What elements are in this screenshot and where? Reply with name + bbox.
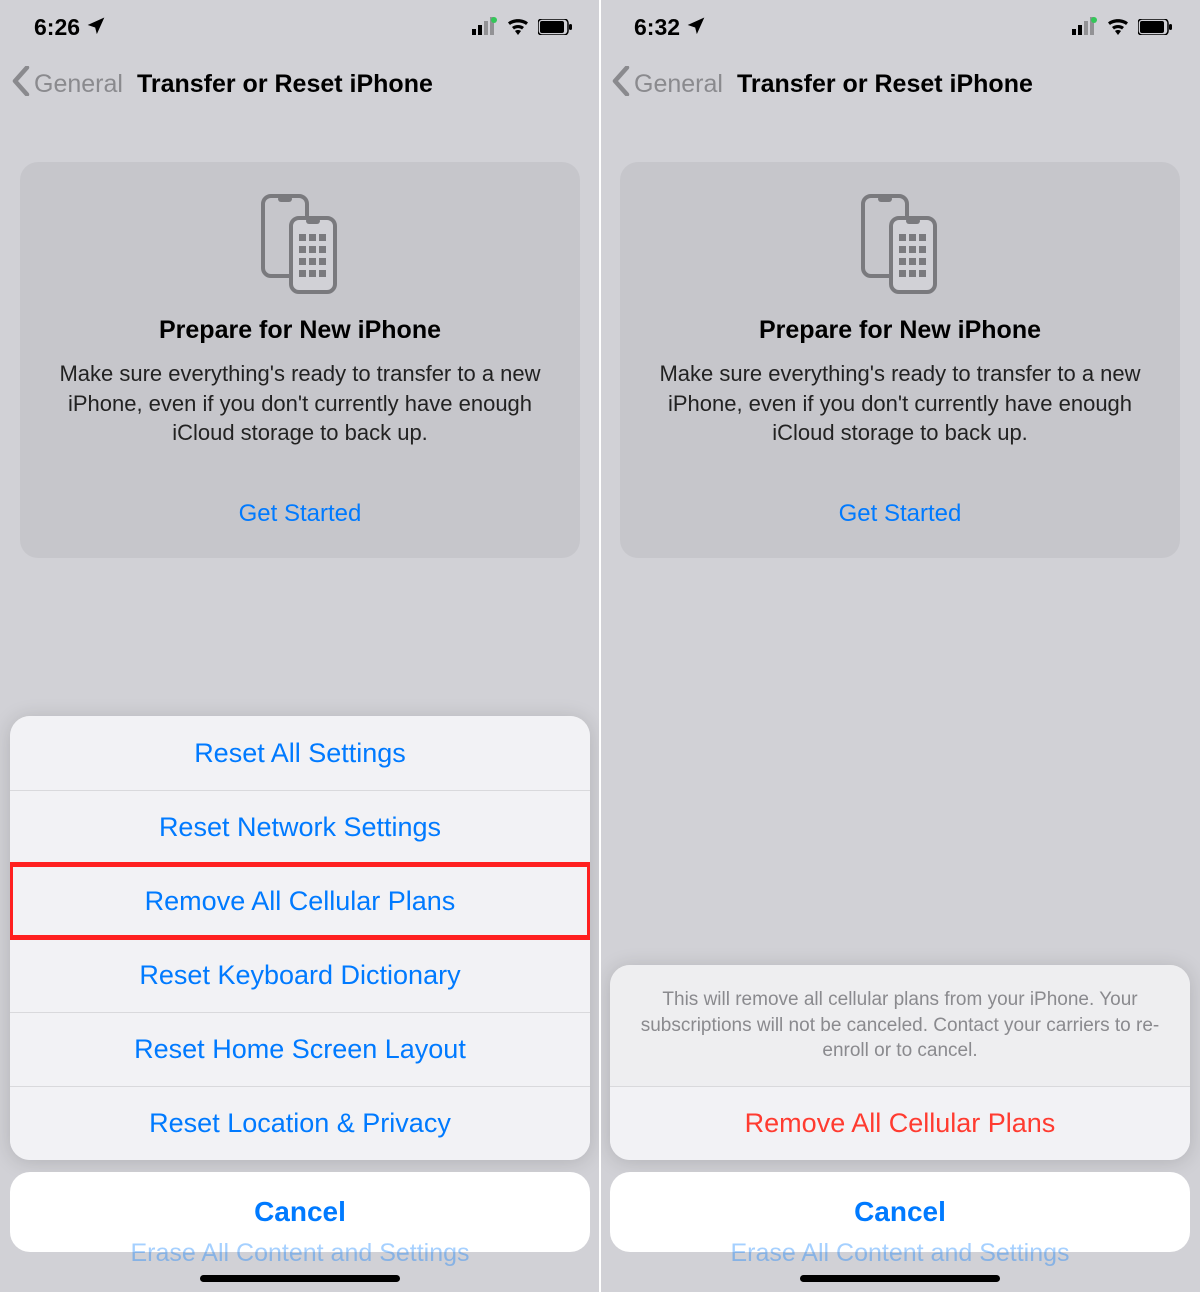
cellular-icon xyxy=(1072,14,1098,41)
phone-left: 6:26 General Transfer or Reset iPhone xyxy=(0,0,600,1292)
nav-bar: General Transfer or Reset iPhone xyxy=(0,54,600,114)
back-label: General xyxy=(634,70,723,99)
reset-keyboard-dictionary[interactable]: Reset Keyboard Dictionary xyxy=(10,938,590,1012)
status-bar: 6:32 xyxy=(600,0,1200,54)
reset-action-sheet: Reset All Settings Reset Network Setting… xyxy=(10,716,590,1160)
card-description: Make sure everything's ready to transfer… xyxy=(644,359,1156,448)
wifi-icon xyxy=(506,14,530,41)
card-title: Prepare for New iPhone xyxy=(644,316,1156,345)
phone-right: 6:32 General Transfer or Reset iPhone xyxy=(600,0,1200,1292)
location-icon xyxy=(86,14,106,41)
card-title: Prepare for New iPhone xyxy=(44,316,556,345)
cellular-icon xyxy=(472,14,498,41)
hidden-row-peek: Erase All Content and Settings xyxy=(600,1239,1200,1268)
hidden-row-peek: Erase All Content and Settings xyxy=(0,1239,600,1268)
phones-icon xyxy=(44,190,556,300)
back-label: General xyxy=(34,70,123,99)
page-title: Transfer or Reset iPhone xyxy=(737,70,1033,99)
phones-icon xyxy=(644,190,1156,300)
home-indicator[interactable] xyxy=(200,1275,400,1282)
confirm-message: This will remove all cellular plans from… xyxy=(610,965,1190,1086)
prepare-card: Prepare for New iPhone Make sure everyth… xyxy=(20,162,580,558)
nav-bar: General Transfer or Reset iPhone xyxy=(600,54,1200,114)
wifi-icon xyxy=(1106,14,1130,41)
home-indicator[interactable] xyxy=(800,1275,1000,1282)
status-time: 6:32 xyxy=(634,14,680,41)
get-started-link[interactable]: Get Started xyxy=(44,500,556,528)
status-time: 6:26 xyxy=(34,14,80,41)
back-button[interactable]: General xyxy=(12,66,123,103)
back-button[interactable]: General xyxy=(612,66,723,103)
reset-location-privacy[interactable]: Reset Location & Privacy xyxy=(10,1086,590,1160)
prepare-card: Prepare for New iPhone Make sure everyth… xyxy=(620,162,1180,558)
vertical-divider xyxy=(599,0,601,1292)
status-bar: 6:26 xyxy=(0,0,600,54)
battery-icon xyxy=(538,14,572,41)
location-icon xyxy=(686,14,706,41)
remove-all-cellular-plans[interactable]: Remove All Cellular Plans xyxy=(10,864,590,938)
confirm-remove-button[interactable]: Remove All Cellular Plans xyxy=(610,1086,1190,1160)
confirm-action-sheet: This will remove all cellular plans from… xyxy=(610,965,1190,1160)
chevron-left-icon xyxy=(612,66,630,103)
get-started-link[interactable]: Get Started xyxy=(644,500,1156,528)
reset-all-settings[interactable]: Reset All Settings xyxy=(10,716,590,790)
battery-icon xyxy=(1138,14,1172,41)
chevron-left-icon xyxy=(12,66,30,103)
page-title: Transfer or Reset iPhone xyxy=(137,70,433,99)
card-description: Make sure everything's ready to transfer… xyxy=(44,359,556,448)
reset-home-screen-layout[interactable]: Reset Home Screen Layout xyxy=(10,1012,590,1086)
reset-network-settings[interactable]: Reset Network Settings xyxy=(10,790,590,864)
